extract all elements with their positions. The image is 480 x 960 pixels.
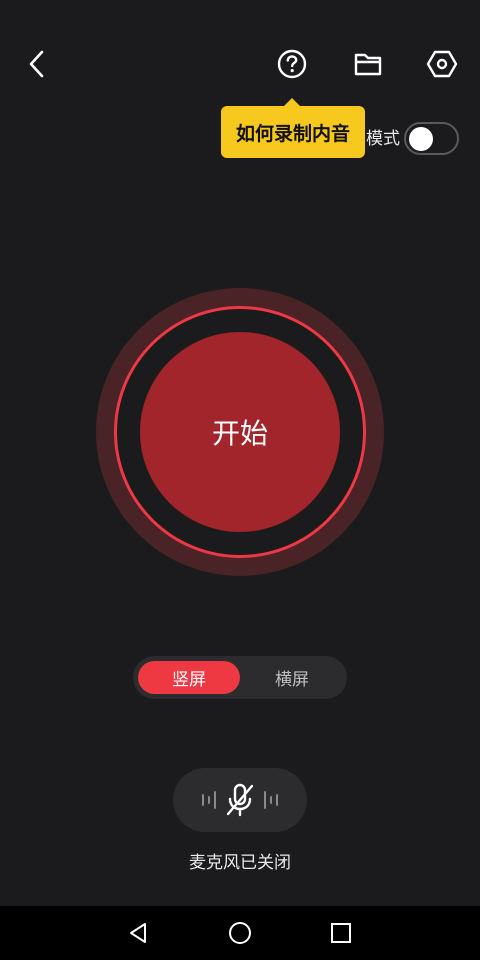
chevron-left-icon bbox=[29, 50, 44, 78]
nav-home-button[interactable] bbox=[222, 915, 258, 951]
tooltip-text: 如何录制内音 bbox=[235, 122, 350, 145]
settings-button[interactable] bbox=[422, 44, 462, 84]
home-circle-icon bbox=[229, 922, 251, 944]
folder-icon bbox=[354, 53, 382, 76]
help-button[interactable] bbox=[272, 44, 312, 84]
orientation-switch: 竖屏 横屏 bbox=[133, 656, 347, 699]
portrait-option[interactable]: 竖屏 bbox=[138, 661, 240, 694]
mode-label: 模式 bbox=[366, 129, 400, 149]
folder-button[interactable] bbox=[348, 44, 388, 84]
landscape-option[interactable]: 横屏 bbox=[241, 661, 343, 694]
toggle-knob bbox=[409, 127, 433, 151]
start-record-button[interactable]: 开始 bbox=[140, 332, 340, 532]
start-record-label: 开始 bbox=[211, 417, 268, 450]
hexagon-gear-icon bbox=[426, 50, 458, 78]
back-triangle-icon bbox=[130, 923, 146, 943]
mic-off-icon bbox=[202, 783, 278, 817]
nav-back-button[interactable] bbox=[120, 915, 156, 951]
nav-recents-button[interactable] bbox=[323, 915, 359, 951]
system-nav-bar bbox=[0, 906, 480, 960]
mode-toggle[interactable] bbox=[404, 122, 459, 155]
internal-audio-tooltip[interactable]: 如何录制内音 bbox=[221, 106, 365, 158]
back-button[interactable] bbox=[17, 44, 57, 84]
mic-toggle-button[interactable] bbox=[173, 768, 307, 832]
question-circle-icon bbox=[277, 49, 307, 79]
screen-recorder-screen: 如何录制内音 模式 开始 竖屏 横屏 麦克风已关闭 bbox=[0, 0, 480, 960]
recent-square-icon bbox=[331, 923, 351, 943]
mic-status-text: 麦克风已关闭 bbox=[189, 853, 291, 873]
